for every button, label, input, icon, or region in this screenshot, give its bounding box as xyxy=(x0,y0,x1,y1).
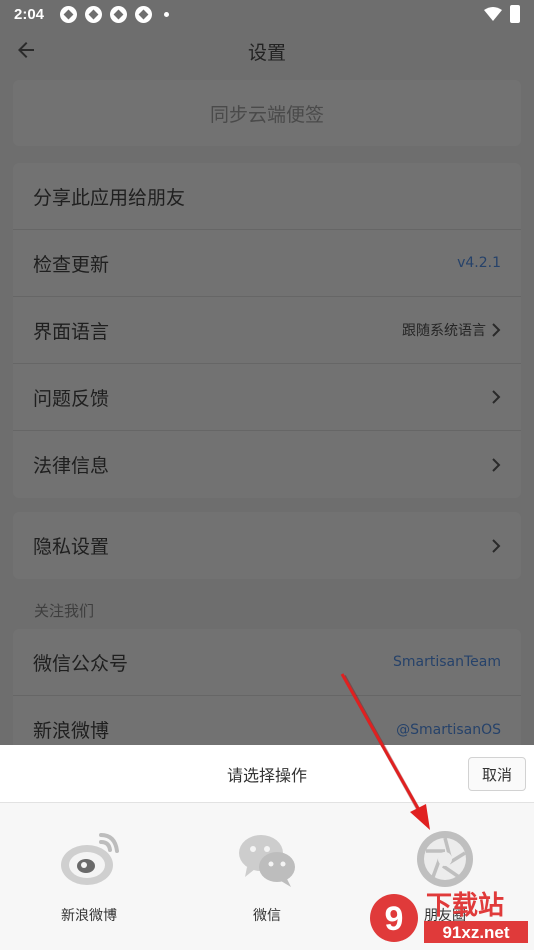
share-target-label: 微信 xyxy=(253,908,281,924)
watermark-logo-text: 9 xyxy=(385,900,404,938)
page-title: 设置 xyxy=(247,41,286,64)
chevron-right-icon xyxy=(492,323,501,337)
weibo-icon xyxy=(61,833,119,885)
interface-language-label: 界面语言 xyxy=(33,320,110,343)
share-sheet-title: 请选择操作 xyxy=(226,765,307,785)
chevron-right-icon xyxy=(492,538,501,553)
privacy-settings-row[interactable]: 隐私设置 xyxy=(13,512,521,579)
feedback-row[interactable]: 问题反馈 xyxy=(13,364,521,431)
back-arrow-icon[interactable] xyxy=(14,38,38,62)
cancel-button[interactable]: 取消 xyxy=(468,757,526,791)
privacy-settings-label: 隐私设置 xyxy=(33,536,110,558)
app-notification-icon xyxy=(85,5,103,23)
status-bar: 2:04 xyxy=(0,0,534,28)
settings-card: 分享此应用给朋友 检查更新 v4.2.1 界面语言 跟随系统语言 问题反馈 法律… xyxy=(13,163,521,498)
app-notification-icon xyxy=(135,5,153,23)
legal-info-row[interactable]: 法律信息 xyxy=(13,431,521,498)
weibo-account-value: @SmartisanOS xyxy=(396,721,501,738)
battery-icon xyxy=(510,5,520,23)
wechat-icon xyxy=(239,835,295,887)
more-notifications-dot-icon xyxy=(164,11,170,17)
app-notification-icon xyxy=(60,5,78,23)
watermark-logo-icon: 9 下载站 91xz.net xyxy=(370,891,528,943)
language-value-group: 跟随系统语言 xyxy=(402,320,501,340)
notification-icons xyxy=(60,5,170,23)
share-app-row[interactable]: 分享此应用给朋友 xyxy=(13,163,521,230)
check-update-row[interactable]: 检查更新 v4.2.1 xyxy=(13,230,521,297)
site-watermark: 9 下载站 91xz.net xyxy=(368,888,530,946)
sync-cloud-notes-button[interactable]: 同步云端便签 xyxy=(13,80,521,146)
language-value: 跟随系统语言 xyxy=(402,323,486,339)
chevron-right-icon xyxy=(492,390,501,404)
top-bar: 设置 xyxy=(0,28,534,74)
privacy-card: 隐私设置 xyxy=(13,512,521,579)
wechat-account-row[interactable]: 微信公众号 SmartisanTeam xyxy=(13,629,521,696)
wechat-account-value: SmartisanTeam xyxy=(393,654,501,670)
moments-icon xyxy=(417,831,473,887)
share-to-weibo[interactable]: 新浪微博 xyxy=(0,803,178,950)
check-update-label: 检查更新 xyxy=(33,253,110,276)
wifi-icon xyxy=(484,7,502,21)
chevron-right-icon xyxy=(492,457,501,472)
watermark-domain: 91xz.net xyxy=(442,923,509,942)
sync-cloud-notes-label: 同步云端便签 xyxy=(209,103,324,126)
weibo-account-label: 新浪微博 xyxy=(33,720,110,742)
watermark-title: 下载站 xyxy=(426,891,504,921)
interface-language-row[interactable]: 界面语言 跟随系统语言 xyxy=(13,297,521,364)
wechat-account-label: 微信公众号 xyxy=(33,652,129,675)
follow-us-section-title: 关注我们 xyxy=(34,602,95,620)
legal-info-label: 法律信息 xyxy=(33,455,110,477)
status-right xyxy=(484,5,520,23)
status-time: 2:04 xyxy=(14,5,45,23)
version-value: v4.2.1 xyxy=(457,255,501,271)
share-app-label: 分享此应用给朋友 xyxy=(33,186,186,209)
app-notification-icon xyxy=(110,5,128,23)
share-sheet-header: 请选择操作 取消 xyxy=(0,745,534,803)
follow-us-card: 微信公众号 SmartisanTeam 新浪微博 @SmartisanOS xyxy=(13,629,521,763)
share-to-wechat[interactable]: 微信 xyxy=(178,803,356,950)
feedback-label: 问题反馈 xyxy=(33,387,110,410)
share-target-label: 新浪微博 xyxy=(61,908,117,924)
